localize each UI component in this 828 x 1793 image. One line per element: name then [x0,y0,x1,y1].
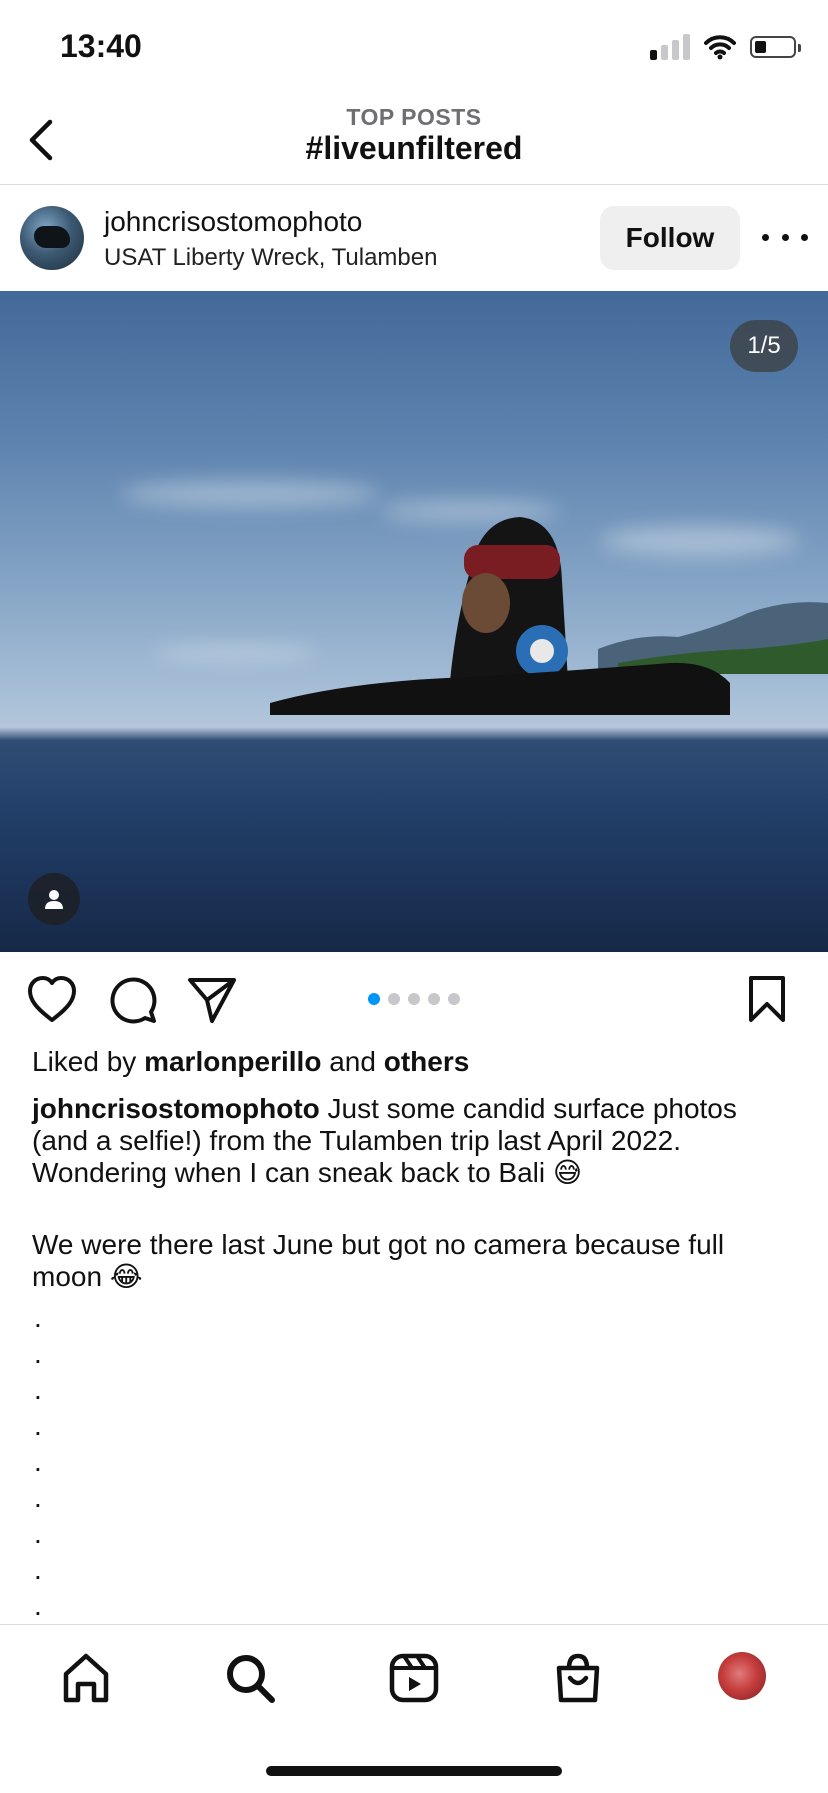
bookmark-icon [749,976,785,1022]
header-divider [0,184,828,185]
home-indicator[interactable] [266,1766,562,1776]
likes-others[interactable]: others [384,1046,470,1077]
cellular-signal-icon [650,34,690,60]
like-button[interactable] [26,974,78,1026]
caption-paragraph-2: We were there last June but got no camer… [32,1229,725,1292]
likes-prefix: Liked by [32,1046,137,1077]
tab-search[interactable] [222,1650,278,1706]
tab-shop[interactable] [550,1650,606,1706]
caption-username[interactable]: johncrisostomophoto [32,1093,320,1124]
carousel-dot [408,993,420,1005]
tab-home[interactable] [58,1650,114,1706]
status-time: 13:40 [60,28,142,64]
reels-icon [389,1653,439,1703]
status-indicators [650,34,801,60]
post-location[interactable]: USAT Liberty Wreck, Tulamben [104,244,437,272]
carousel-dot [428,993,440,1005]
author-username[interactable]: johncrisostomophoto [104,206,362,238]
battery-level [755,41,766,53]
wifi-icon [704,35,736,60]
search-icon [227,1655,275,1703]
user-tag-icon [45,890,63,909]
likes-summary[interactable]: Liked by marlonperillo and others [32,1046,469,1078]
post-caption: johncrisostomophoto Just some candid sur… [32,1093,792,1189]
carousel-dot [448,993,460,1005]
paper-plane-icon [188,978,236,1023]
tab-profile[interactable] [718,1652,766,1700]
caption-trailing-dots: . . . . . . . . . [34,1302,42,1621]
liked-by-user[interactable]: marlonperillo [144,1046,321,1077]
header-subtitle: TOP POSTS [346,104,482,130]
author-avatar[interactable] [20,206,84,270]
carousel-indicator [368,993,460,1005]
comment-icon [110,977,157,1024]
heart-icon [28,976,76,1022]
shopping-bag-icon [556,1653,600,1703]
likes-middle: and [329,1046,376,1077]
post-photo[interactable] [0,291,828,952]
follow-button[interactable]: Follow [600,206,740,270]
diver-shoulders [270,662,730,715]
comment-button[interactable] [107,974,159,1026]
tagged-users-button[interactable] [28,873,80,925]
share-button[interactable] [186,974,238,1026]
carousel-dot [388,993,400,1005]
save-button[interactable] [745,974,797,1026]
battery-icon [750,36,801,58]
carousel-dot [368,993,380,1005]
image-counter: 1/5 [730,320,798,372]
home-icon [63,1653,109,1703]
more-horizontal-icon [762,233,769,241]
tab-reels[interactable] [386,1650,442,1706]
more-options-button[interactable] [762,222,808,252]
page-title: #liveunfiltered [305,130,523,166]
